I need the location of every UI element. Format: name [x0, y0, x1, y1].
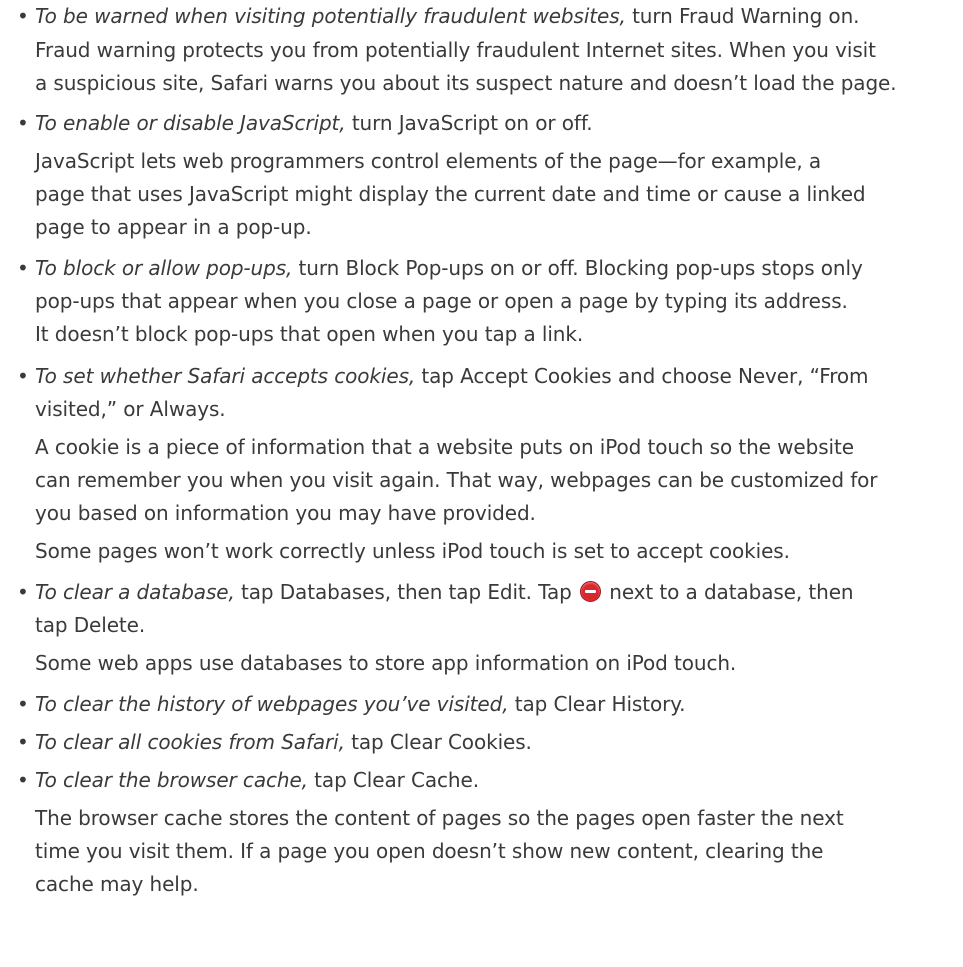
item-rest: tap Databases, then tap Edit. Tap: [234, 580, 578, 604]
bullet-marker: •: [17, 692, 29, 716]
item-continuation: It doesn’t block pop-ups that open when …: [35, 322, 584, 346]
item-lead: To clear the history of webpages you’ve …: [35, 692, 509, 716]
paragraph-line: Fraud warning protects you from potentia…: [35, 38, 876, 62]
bullet-marker: •: [17, 111, 29, 135]
bullet-marker: •: [17, 730, 29, 754]
bullet-marker: •: [17, 256, 29, 280]
item-lead: To be warned when visiting potentially f…: [35, 4, 626, 28]
paragraph-line: cache may help.: [35, 872, 199, 896]
item-rest: next to a database, then: [602, 580, 854, 604]
item-lead: To clear all cookies from Safari,: [35, 730, 345, 754]
paragraph-line: Some pages won’t work correctly unless i…: [35, 539, 790, 563]
paragraph-line: a suspicious site, Safari warns you abou…: [35, 71, 897, 95]
item-continuation: pop-ups that appear when you close a pag…: [35, 289, 848, 313]
bullet-marker: •: [17, 768, 29, 792]
paragraph-line: time you visit them. If a page you open …: [35, 839, 824, 863]
item-rest: tap Accept Cookies and choose Never, “Fr…: [415, 364, 869, 388]
item-rest: tap Clear History.: [508, 692, 686, 716]
item-lead: To set whether Safari accepts cookies,: [35, 364, 416, 388]
item-lead: To clear a database,: [35, 580, 235, 604]
paragraph-line: can remember you when you visit again. T…: [35, 468, 878, 492]
bullet-marker: •: [17, 364, 29, 388]
paragraph-line: A cookie is a piece of information that …: [35, 435, 854, 459]
paragraph-line: The browser cache stores the content of …: [35, 806, 844, 830]
item-rest: turn Block Pop-ups on or off. Blocking p…: [292, 256, 863, 280]
paragraph-line: JavaScript lets web programmers control …: [35, 149, 822, 173]
bullet-marker: •: [17, 4, 29, 28]
item-lead: To clear the browser cache,: [35, 768, 308, 792]
paragraph-line: you based on information you may have pr…: [35, 501, 536, 525]
item-lead: To enable or disable JavaScript,: [35, 111, 346, 135]
delete-circle-icon: [579, 581, 601, 602]
paragraph-line: Some web apps use databases to store app…: [35, 651, 737, 675]
item-rest: tap Clear Cache.: [307, 768, 479, 792]
item-continuation: tap Delete.: [35, 613, 146, 637]
paragraph-line: page to appear in a pop-up.: [35, 215, 312, 239]
document-page: • To be warned when visiting potentially…: [0, 0, 963, 967]
item-rest: tap Clear Cookies.: [344, 730, 532, 754]
bullet-marker: •: [17, 580, 29, 604]
paragraph-line: page that uses JavaScript might display …: [35, 182, 866, 206]
item-continuation: visited,” or Always.: [35, 397, 226, 421]
item-rest: turn Fraud Warning on.: [625, 4, 860, 28]
item-rest: turn JavaScript on or off.: [345, 111, 593, 135]
item-lead: To block or allow pop-ups,: [35, 256, 293, 280]
